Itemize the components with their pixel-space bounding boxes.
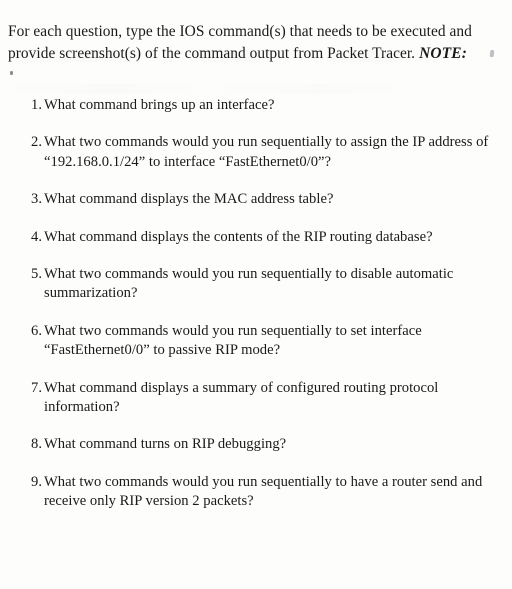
scan-artifact-band-lower [0,84,512,94]
instruction-text: For each question, type the IOS command(… [8,23,472,62]
question-item: 6. What two commands would you run seque… [0,322,512,361]
question-text: What two commands would you run sequenti… [44,134,489,170]
question-item: 2. What two commands would you run seque… [0,133,512,172]
question-item: 3. What command displays the MAC address… [0,190,512,209]
question-number: 1. [31,97,42,113]
question-item: 7. What command displays a summary of co… [0,379,512,418]
question-text: What command brings up an interface? [44,97,275,113]
question-item: 1. What command brings up an interface? [0,96,512,115]
question-number: 6. [31,322,42,339]
question-item: 8. What command turns on RIP debugging? [0,435,512,454]
question-number: 4. [31,228,42,245]
instruction-paragraph: For each question, type the IOS command(… [8,21,504,64]
question-item: 4. What command displays the contents of… [0,228,512,247]
question-text: What two commands would you run sequenti… [44,322,422,359]
question-item: 9. What two commands would you run seque… [0,473,512,512]
question-text: What two commands would you run sequenti… [44,266,454,302]
question-number: 7. [31,379,42,396]
question-number: 5. [31,266,42,283]
question-text: What command turns on RIP debugging? [44,436,287,453]
question-number: 2. [31,134,42,151]
question-text: What two commands would you run sequenti… [44,473,483,510]
note-label: NOTE: [419,44,468,62]
document-page: For each question, type the IOS command(… [0,0,512,589]
question-text: What command displays the contents of th… [44,228,433,245]
scan-speck-left [10,71,13,75]
question-number: 8. [31,436,42,453]
question-number: 3. [31,191,42,208]
question-item: 5. What two commands would you run seque… [0,265,512,304]
question-list: 1. What command brings up an interface? … [0,96,512,530]
question-text: What command displays the MAC address ta… [44,191,334,208]
question-text: What command displays a summary of confi… [44,379,439,416]
question-number: 9. [31,473,42,490]
